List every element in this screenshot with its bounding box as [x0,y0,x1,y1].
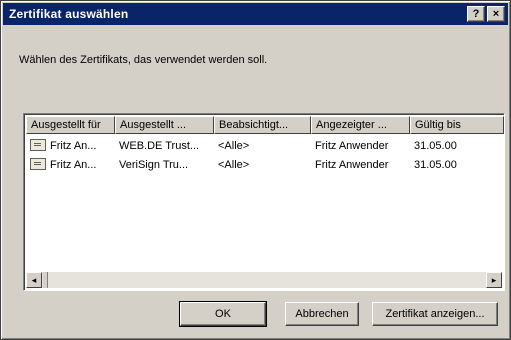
scroll-right-button[interactable]: ▸ [486,272,502,288]
horizontal-scrollbar[interactable]: ◂ ▸ [26,272,502,288]
cell-issued-to-text: Fritz An... [50,140,97,152]
cell-expiration: 31.05.00 [414,140,457,152]
cell-intended-purpose: <Alle> [218,140,250,152]
column-header-issued-to[interactable]: Ausgestellt für [26,116,115,134]
column-header-expiration[interactable]: Gültig bis [410,116,504,134]
cell-issued-to: Fritz An... [26,156,115,175]
cell-intended-purpose: <Alle> [218,159,250,171]
list-header: Ausgestellt für Ausgestellt ... Beabsich… [26,116,504,134]
instruction-text: Wählen des Zertifikats, das verwendet we… [19,54,268,66]
cell-issued-to-text: Fritz An... [50,159,97,171]
column-header-friendly-name[interactable]: Angezeigter ... [311,116,410,134]
cancel-button[interactable]: Abbrechen [285,302,359,326]
cell-issued-by: VeriSign Tru... [119,159,189,171]
scroll-left-button[interactable]: ◂ [26,272,42,288]
cell-friendly-name: Fritz Anwender [315,159,389,171]
cell-friendly-name: Fritz Anwender [315,140,389,152]
table-row[interactable]: Fritz An... VeriSign Tru... <Alle> Fritz… [26,156,490,175]
column-header-issued-by[interactable]: Ausgestellt ... [115,116,214,134]
certificate-icon [30,158,46,171]
certificate-icon [30,139,46,152]
scroll-thumb[interactable] [43,272,48,288]
show-certificate-button[interactable]: Zertifikat anzeigen... [372,302,498,326]
cell-issued-to: Fritz An... [26,137,115,156]
certificate-list[interactable]: Ausgestellt für Ausgestellt ... Beabsich… [23,113,505,291]
help-button[interactable]: ? [467,6,485,22]
column-header-intended-purpose[interactable]: Beabsichtigt... [214,116,311,134]
close-button[interactable]: × [487,6,505,22]
cell-issued-by: WEB.DE Trust... [119,140,200,152]
select-certificate-dialog: Zertifikat auswählen ? × Wählen des Zert… [0,0,511,340]
ok-button[interactable]: OK [179,301,267,327]
cell-expiration: 31.05.00 [414,159,457,171]
table-row[interactable]: Fritz An... WEB.DE Trust... <Alle> Fritz… [26,137,490,156]
window-title: Zertifikat auswählen [9,7,129,21]
title-bar[interactable]: Zertifikat auswählen ? × [3,3,508,25]
